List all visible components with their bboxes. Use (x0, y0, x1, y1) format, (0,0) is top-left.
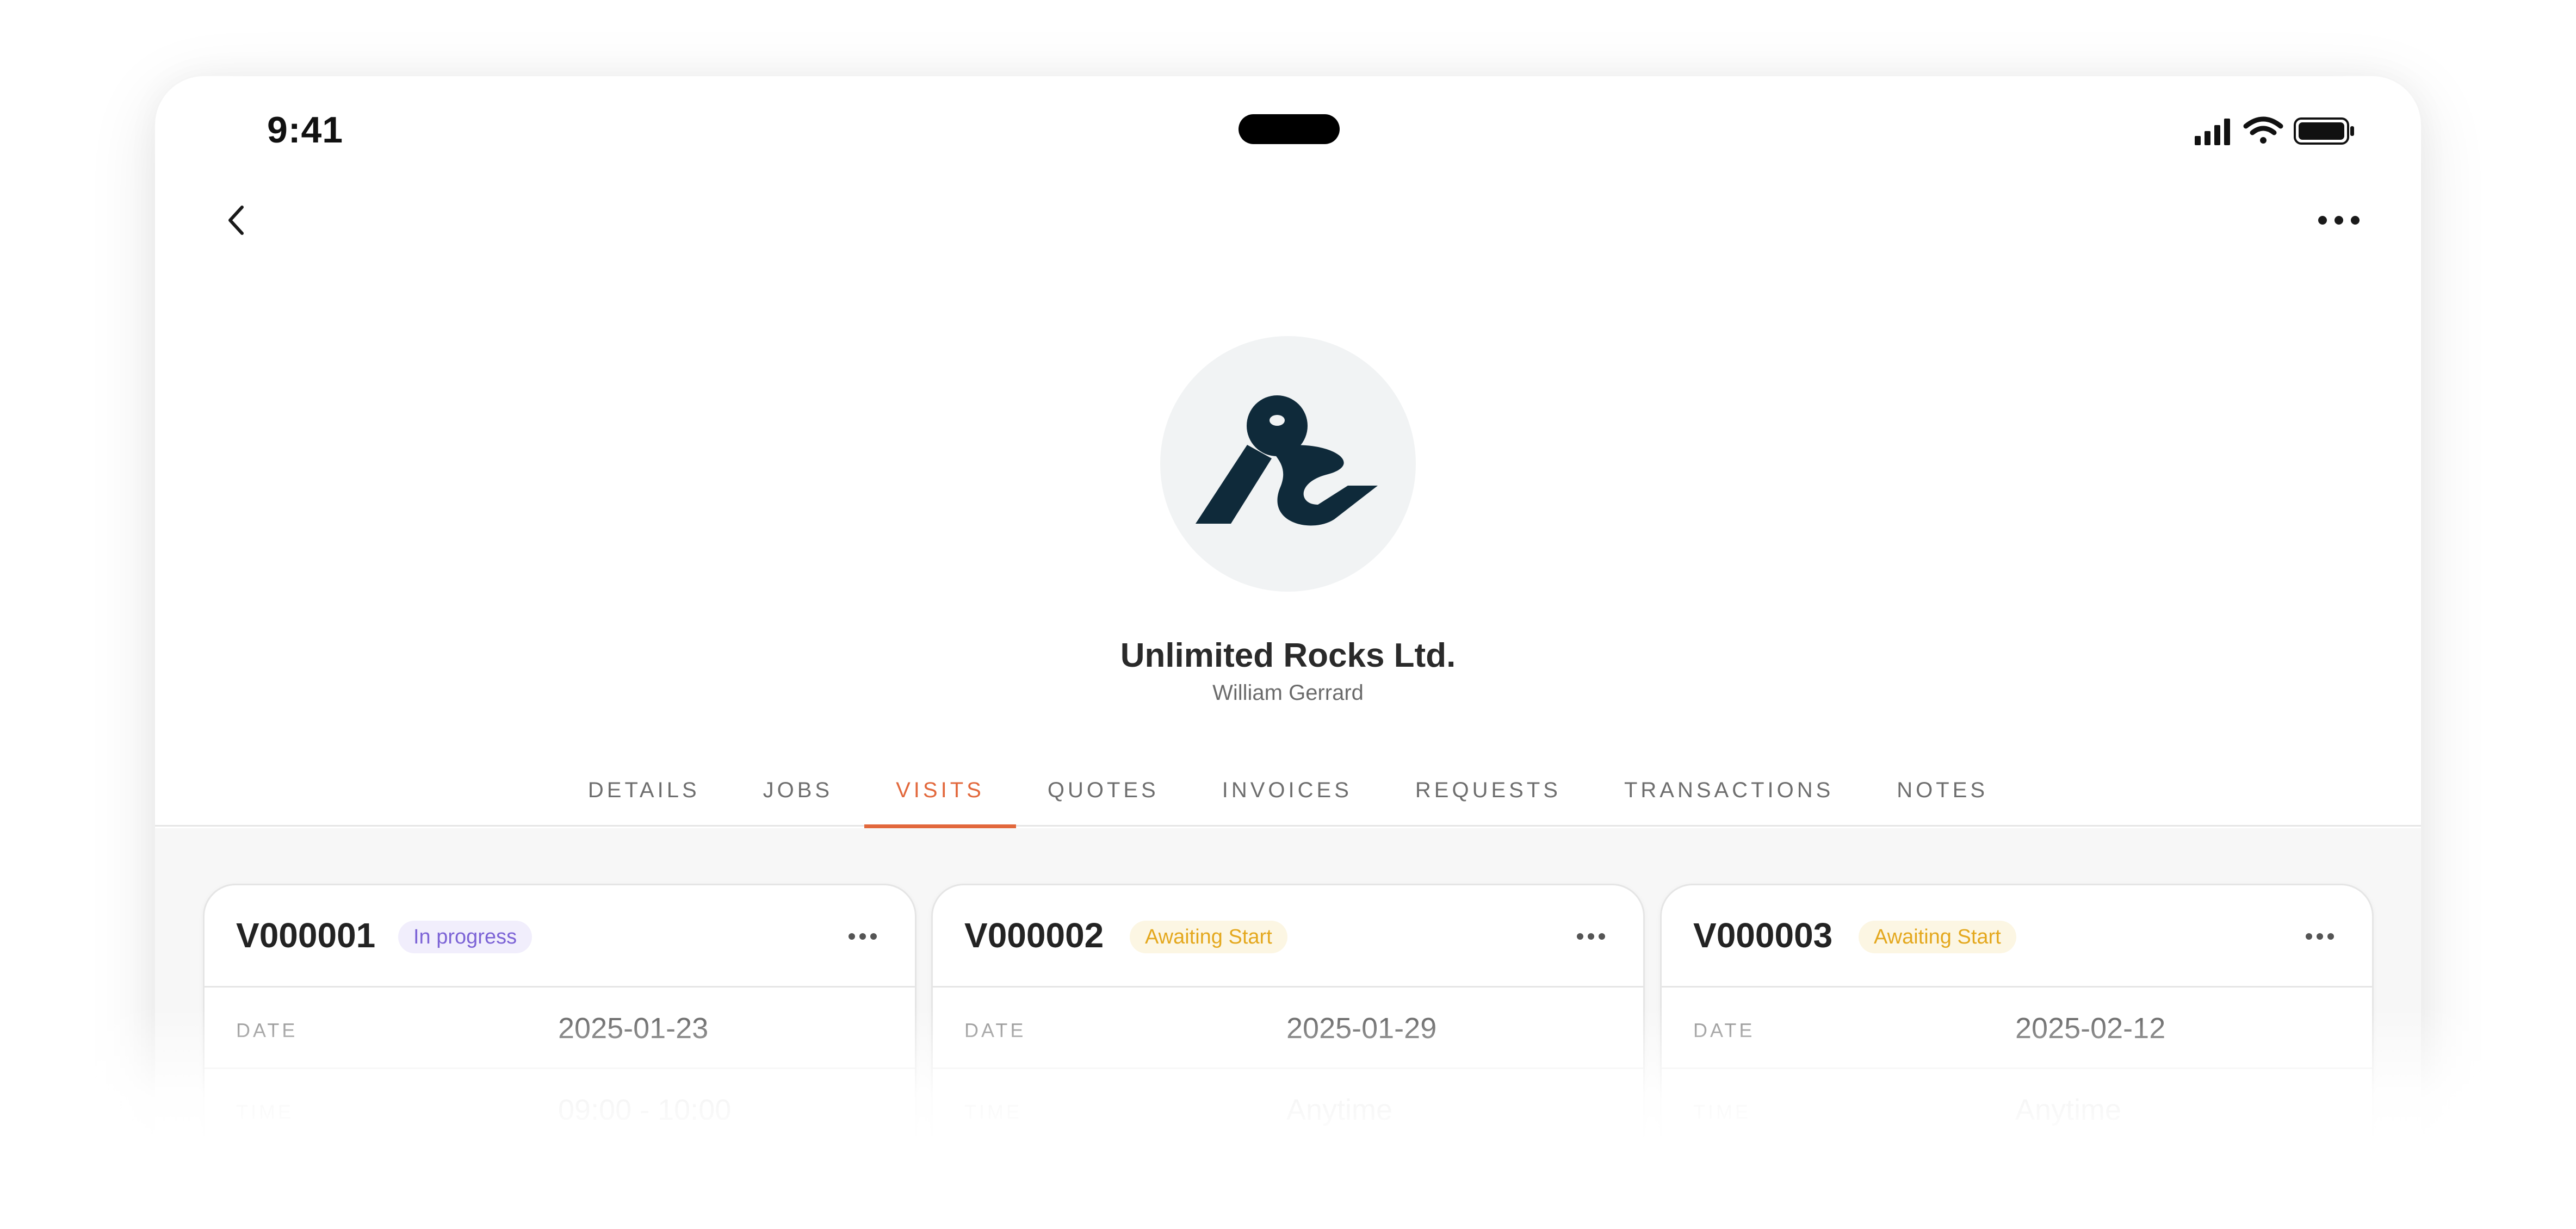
visit-more-button[interactable] (2298, 926, 2342, 947)
back-button[interactable] (215, 198, 258, 242)
dynamic-island (1239, 114, 1340, 144)
visit-id: V000002 (964, 916, 1104, 955)
time-value: 09:00 - 10:00 (558, 1094, 732, 1126)
more-horizontal-icon (2306, 933, 2334, 940)
tab-jobs[interactable]: JOBS (732, 772, 864, 827)
device-frame: 9:41 Unlimited Rocks Ltd. William Gerrar… (155, 76, 2421, 1164)
wifi-icon (2243, 116, 2283, 144)
visit-card-header: V000001 In progress (205, 885, 915, 988)
chevron-left-icon (228, 206, 244, 235)
date-label: DATE (1693, 1019, 1755, 1041)
tab-details[interactable]: DETAILS (556, 772, 732, 827)
date-value: 2025-02-12 (2015, 1012, 2166, 1045)
client-tabs: DETAILS JOBS VISITS QUOTES INVOICES REQU… (155, 772, 2421, 828)
screenshot-stage: 9:41 Unlimited Rocks Ltd. William Gerrar… (0, 0, 2576, 1229)
company-logo (1196, 395, 1378, 526)
tab-transactions[interactable]: TRANSACTIONS (1593, 772, 1865, 827)
time-label: TIME (236, 1101, 294, 1123)
visit-card[interactable]: V000003 Awaiting Start DATE 2025-02-12 T… (1660, 884, 2374, 1164)
company-avatar (1160, 336, 1416, 592)
battery-icon (2294, 117, 2354, 145)
visit-more-button[interactable] (841, 926, 884, 947)
time-value: Anytime (2015, 1094, 2122, 1126)
tab-requests[interactable]: REQUESTS (1384, 772, 1593, 827)
visit-card-header: V000003 Awaiting Start (1662, 885, 2372, 988)
visit-card[interactable]: V000002 Awaiting Start DATE 2025-01-29 T… (931, 884, 1645, 1164)
company-name: Unlimited Rocks Ltd. (1120, 637, 1456, 674)
visit-id: V000003 (1693, 916, 1833, 955)
visit-date-row: DATE 2025-01-23 (205, 988, 915, 1069)
status-time: 9:41 (267, 109, 344, 151)
status-icons (2195, 115, 2358, 146)
more-horizontal-icon (1577, 933, 1605, 940)
more-options-button[interactable] (2309, 201, 2369, 239)
more-horizontal-icon (2318, 216, 2360, 225)
visits-list: V000001 In progress DATE 2025-01-23 TIME… (155, 828, 2421, 1164)
status-badge: Awaiting Start (1859, 921, 2016, 953)
date-label: DATE (236, 1019, 298, 1041)
tab-quotes[interactable]: QUOTES (1016, 772, 1191, 827)
date-label: DATE (964, 1019, 1026, 1041)
visit-time-row: TIME Anytime (1662, 1069, 2372, 1151)
status-badge: Awaiting Start (1130, 921, 1287, 953)
status-badge: In progress (398, 921, 532, 953)
visit-card[interactable]: V000001 In progress DATE 2025-01-23 TIME… (203, 884, 917, 1164)
visit-card-header: V000002 Awaiting Start (933, 885, 1643, 988)
time-value: Anytime (1286, 1094, 1393, 1126)
contact-name: William Gerrard (1212, 681, 1364, 705)
visit-id: V000001 (236, 916, 376, 955)
visit-date-row: DATE 2025-02-12 (1662, 988, 2372, 1069)
more-horizontal-icon (849, 933, 877, 940)
date-value: 2025-01-23 (558, 1012, 709, 1045)
visit-time-row: TIME 09:00 - 10:00 (205, 1069, 915, 1151)
time-label: TIME (964, 1101, 1022, 1123)
visit-more-button[interactable] (1569, 926, 1613, 947)
visit-time-row: TIME Anytime (933, 1069, 1643, 1151)
tab-invoices[interactable]: INVOICES (1191, 772, 1384, 827)
tab-notes[interactable]: NOTES (1865, 772, 2020, 827)
tab-visits[interactable]: VISITS (864, 772, 1016, 828)
signal-icon (2195, 119, 2230, 145)
date-value: 2025-01-29 (1286, 1012, 1437, 1045)
visit-date-row: DATE 2025-01-29 (933, 988, 1643, 1069)
time-label: TIME (1693, 1101, 1751, 1123)
